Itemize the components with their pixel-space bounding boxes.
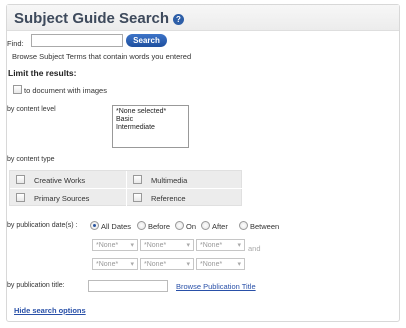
on-radio[interactable] (175, 221, 184, 230)
after-label: After (212, 222, 228, 231)
publication-title-label: by publication title: (7, 282, 65, 289)
before-radio[interactable] (137, 221, 146, 230)
all-dates-label: All Dates (101, 222, 132, 231)
browse-publication-title-link[interactable]: Browse Publication Title (176, 282, 256, 291)
content-level-option[interactable]: Intermediate (116, 124, 185, 132)
reference-label: Reference (151, 194, 186, 203)
reference-checkbox[interactable] (133, 193, 142, 202)
limit-results-heading: Limit the results: (8, 68, 77, 78)
content-level-option[interactable]: Basic (116, 116, 185, 124)
content-level-option[interactable]: *None selected* (116, 108, 185, 116)
grid-divider (10, 188, 243, 189)
all-dates-radio[interactable] (90, 221, 99, 230)
creative-works-label: Creative Works (34, 176, 86, 185)
browse-subject-hint: Browse Subject Terms that contain words … (12, 52, 192, 61)
between-radio[interactable] (239, 221, 248, 230)
select-value: *None* (144, 242, 167, 249)
content-level-listbox[interactable]: *None selected* Basic Intermediate (112, 105, 189, 148)
content-level-label: by content level (7, 106, 56, 113)
chevron-down-icon: ▾ (130, 261, 134, 268)
after-radio[interactable] (201, 221, 210, 230)
creative-works-checkbox[interactable] (16, 175, 25, 184)
between-label: Between (250, 222, 280, 231)
search-button[interactable]: Search (126, 34, 167, 47)
from-year-select[interactable]: *None* ▾ (196, 239, 245, 251)
help-icon[interactable]: ? (173, 14, 184, 25)
from-month-select[interactable]: *None* ▾ (92, 239, 138, 251)
primary-sources-checkbox[interactable] (16, 193, 25, 202)
chevron-down-icon: ▾ (130, 242, 134, 249)
images-checkbox-label: to document with images (24, 86, 107, 95)
select-value: *None* (144, 261, 167, 268)
panel-header: Subject Guide Search ? (7, 5, 399, 31)
images-checkbox[interactable] (13, 85, 22, 94)
page-title: Subject Guide Search (14, 10, 170, 27)
content-type-grid: Creative Works Multimedia Primary Source… (9, 170, 243, 207)
publication-title-input[interactable] (88, 280, 168, 292)
to-month-select[interactable]: *None* ▾ (92, 258, 138, 270)
chevron-down-icon: ▾ (237, 261, 241, 268)
and-label: and (248, 244, 261, 253)
select-value: *None* (96, 242, 119, 249)
select-value: *None* (200, 261, 223, 268)
find-label: Find: (7, 39, 24, 48)
publication-date-label: by publication date(s) : (7, 222, 78, 229)
chevron-down-icon: ▾ (186, 261, 190, 268)
select-value: *None* (200, 242, 223, 249)
grid-divider (126, 171, 127, 207)
on-label: On (186, 222, 197, 231)
multimedia-checkbox[interactable] (133, 175, 142, 184)
to-year-select[interactable]: *None* ▾ (196, 258, 245, 270)
before-label: Before (148, 222, 171, 231)
content-type-label: by content type (7, 156, 55, 163)
primary-sources-label: Primary Sources (34, 194, 90, 203)
chevron-down-icon: ▾ (186, 242, 190, 249)
find-input[interactable] (31, 34, 123, 47)
from-day-select[interactable]: *None* ▾ (140, 239, 194, 251)
select-value: *None* (96, 261, 119, 268)
hide-search-options-link[interactable]: Hide search options (14, 306, 86, 315)
to-day-select[interactable]: *None* ▾ (140, 258, 194, 270)
chevron-down-icon: ▾ (237, 242, 241, 249)
multimedia-label: Multimedia (151, 176, 188, 185)
